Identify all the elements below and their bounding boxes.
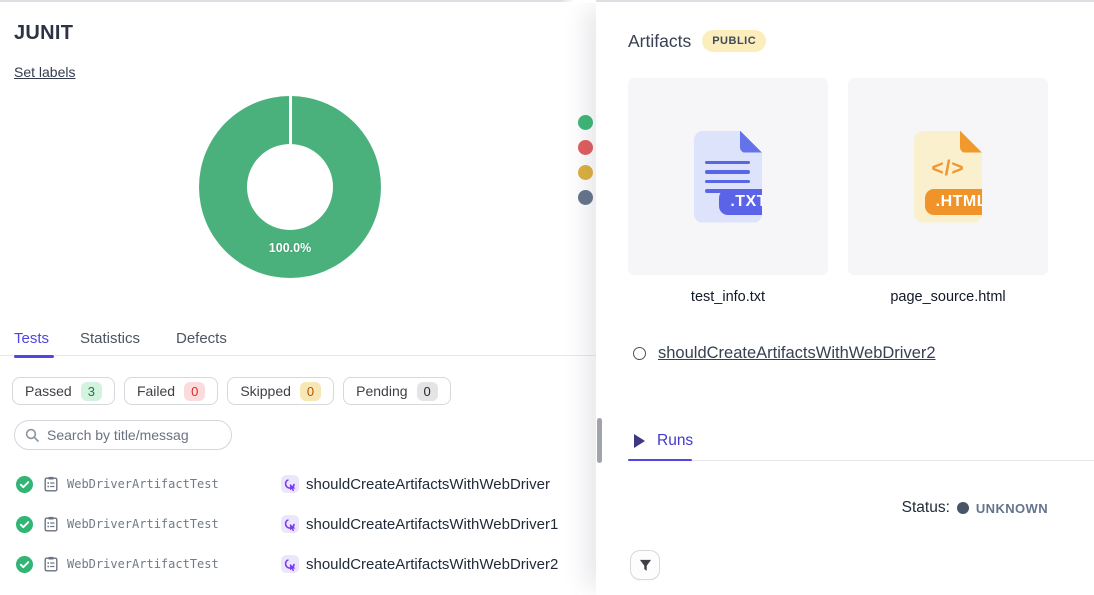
suite-clipboard-icon <box>43 476 59 492</box>
status-dot-icon <box>957 502 969 514</box>
top-divider-gap <box>560 0 596 3</box>
search-input[interactable] <box>47 427 221 443</box>
linked-test-row: shouldCreateArtifactsWithWebDriver2 <box>633 344 936 363</box>
txt-file-icon: .TXT <box>694 131 762 223</box>
test-row[interactable]: WebDriverArtifactTest shouldCreateArtifa… <box>0 504 596 544</box>
chip-count-badge: 0 <box>300 382 321 401</box>
file-ext-badge: .TXT <box>719 189 778 215</box>
test-suite-name: WebDriverArtifactTest <box>67 557 281 571</box>
test-title-link[interactable]: shouldCreateArtifactsWithWebDriver1 <box>306 516 558 533</box>
page-title: JUNIT <box>14 22 73 45</box>
donut-slice-gap <box>289 96 292 144</box>
artifact-card-txt[interactable]: .TXT <box>628 78 828 275</box>
tab-statistics[interactable]: Statistics <box>80 330 140 347</box>
passed-check-icon <box>16 516 33 533</box>
top-divider <box>0 0 1094 2</box>
chip-label: Pending <box>356 383 407 399</box>
test-suite-name: WebDriverArtifactTest <box>67 477 281 491</box>
linked-test-link[interactable]: shouldCreateArtifactsWithWebDriver2 <box>658 344 936 363</box>
test-list: WebDriverArtifactTest shouldCreateArtifa… <box>0 464 596 584</box>
chip-label: Skipped <box>240 383 291 399</box>
legend-dot-pending <box>578 190 593 205</box>
funnel-icon <box>639 559 652 572</box>
donut-hole <box>247 144 333 230</box>
filter-chip-skipped[interactable]: Skipped 0 <box>227 377 334 405</box>
status-label: Status: <box>902 499 950 517</box>
code-glyph: </> <box>914 157 982 181</box>
filter-chip-pending[interactable]: Pending 0 <box>343 377 451 405</box>
artifacts-drawer: Artifacts PUBLIC .TXT </> .HTML test_in <box>596 0 1094 595</box>
text-lines <box>705 161 750 193</box>
test-row[interactable]: WebDriverArtifactTest shouldCreateArtifa… <box>0 464 596 504</box>
tab-defects[interactable]: Defects <box>176 330 227 347</box>
passed-check-icon <box>16 476 33 493</box>
artifact-cards: .TXT </> .HTML <box>628 78 1048 275</box>
html-file-icon: </> .HTML <box>914 131 982 223</box>
filter-chip-failed[interactable]: Failed 0 <box>124 377 218 405</box>
runs-label: Runs <box>657 432 693 450</box>
artifact-filename: test_info.txt <box>628 289 828 305</box>
test-report-screen: JUNIT Set labels 100.0% Tests Statistics… <box>0 0 1094 595</box>
filter-chip-passed[interactable]: Passed 3 <box>12 377 115 405</box>
public-badge: PUBLIC <box>702 30 766 52</box>
artifact-filenames: test_info.txt page_source.html <box>628 289 1048 305</box>
open-test-icon[interactable] <box>281 555 299 573</box>
test-title-link[interactable]: shouldCreateArtifactsWithWebDriver2 <box>306 556 558 573</box>
suite-clipboard-icon <box>43 556 59 572</box>
chip-label: Failed <box>137 383 175 399</box>
page-fold <box>960 131 982 153</box>
status-row: Status: UNKNOWN <box>902 499 1048 517</box>
tab-tests[interactable]: Tests <box>14 330 49 347</box>
search-box <box>14 420 232 450</box>
report-panel: JUNIT Set labels 100.0% Tests Statistics… <box>0 0 596 595</box>
test-suite-name: WebDriverArtifactTest <box>67 517 281 531</box>
set-labels-link[interactable]: Set labels <box>14 64 75 80</box>
artifact-filename: page_source.html <box>848 289 1048 305</box>
status-value: UNKNOWN <box>976 501 1048 516</box>
runs-active-underline <box>628 459 692 462</box>
suite-clipboard-icon <box>43 516 59 532</box>
caret-right-icon <box>634 434 645 448</box>
search-icon <box>25 428 39 442</box>
chip-count-badge: 0 <box>184 382 205 401</box>
open-test-icon[interactable] <box>281 475 299 493</box>
test-status-radio[interactable] <box>633 347 646 360</box>
status-filter-chips: Passed 3 Failed 0 Skipped 0 Pending 0 <box>12 377 451 405</box>
file-ext-badge: .HTML <box>925 189 998 215</box>
chip-count-badge: 0 <box>417 382 438 401</box>
test-row[interactable]: WebDriverArtifactTest shouldCreateArtifa… <box>0 544 596 584</box>
page-fold <box>740 131 762 153</box>
open-test-icon[interactable] <box>281 515 299 533</box>
artifact-card-html[interactable]: </> .HTML <box>848 78 1048 275</box>
legend-dot-passed <box>578 115 593 130</box>
drawer-title: Artifacts <box>628 31 691 52</box>
test-title-link[interactable]: shouldCreateArtifactsWithWebDriver <box>306 476 550 493</box>
status-donut-chart: 100.0% <box>199 96 381 278</box>
legend-dot-skipped <box>578 165 593 180</box>
legend-dot-failed <box>578 140 593 155</box>
vertical-scrollbar-thumb[interactable] <box>597 418 602 463</box>
chip-count-badge: 3 <box>81 382 102 401</box>
report-tabs: Tests Statistics Defects <box>0 330 596 356</box>
chip-label: Passed <box>25 383 72 399</box>
runs-section-toggle[interactable]: Runs <box>634 432 693 450</box>
drawer-header: Artifacts PUBLIC <box>628 30 766 52</box>
active-tab-indicator <box>14 355 54 358</box>
passed-check-icon <box>16 556 33 573</box>
donut-percentage-label: 100.0% <box>199 241 381 255</box>
runs-divider <box>628 460 1094 461</box>
filter-button[interactable] <box>630 550 660 580</box>
